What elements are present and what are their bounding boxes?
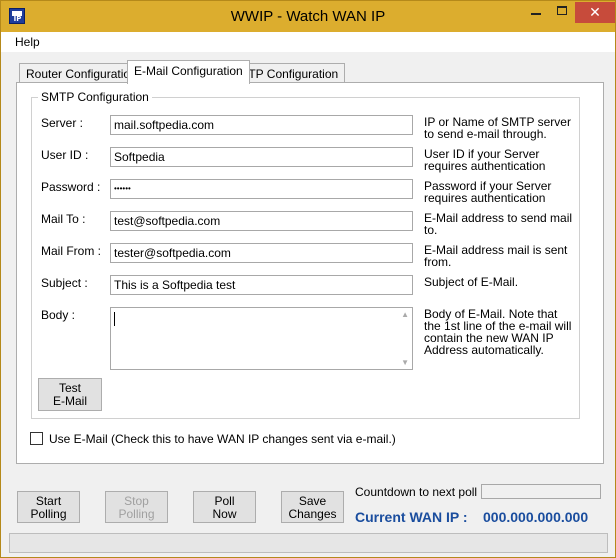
server-label: Server : [41, 116, 84, 130]
body-textarea[interactable]: ▲ ▼ [110, 307, 413, 370]
poll-now-line2: Now [212, 507, 237, 521]
scroll-up-icon[interactable]: ▲ [401, 310, 409, 319]
use-email-label[interactable]: Use E-Mail (Check this to have WAN IP ch… [49, 432, 396, 446]
poll-now-button[interactable]: Poll Now [193, 491, 256, 523]
body-label: Body : [41, 308, 76, 322]
countdown-progress [481, 484, 601, 499]
user-id-input[interactable]: Softpedia [110, 147, 413, 167]
save-changes-line2: Changes [288, 507, 337, 521]
current-wan-ip-label: Current WAN IP : [355, 509, 468, 525]
minimize-icon [531, 13, 541, 15]
app-window: IP WWIP - Watch WAN IP ✕ Help Router Con… [0, 0, 616, 558]
mail-from-label: Mail From : [41, 244, 101, 258]
user-id-label: User ID : [41, 148, 89, 162]
title-bar[interactable]: IP WWIP - Watch WAN IP ✕ [1, 1, 615, 32]
stop-polling-line2: Polling [118, 507, 155, 521]
mail-to-help: E-Mail address to send mail to. [424, 211, 573, 237]
tab-email-configuration[interactable]: E-Mail Configuration [127, 60, 250, 84]
menu-bar: Help [1, 32, 615, 52]
subject-help: Subject of E-Mail. [424, 275, 519, 289]
test-email-button[interactable]: Test E-Mail [38, 378, 102, 411]
start-polling-line2: Polling [30, 507, 67, 521]
maximize-icon [557, 6, 567, 15]
text-caret [114, 312, 115, 326]
scroll-down-icon[interactable]: ▼ [401, 358, 409, 367]
email-configuration-panel: SMTP Configuration Server : mail.softped… [16, 82, 604, 464]
close-button[interactable]: ✕ [575, 2, 615, 23]
status-bar [9, 533, 608, 553]
current-wan-ip-value: 000.000.000.000 [483, 509, 589, 525]
save-changes-button[interactable]: Save Changes [281, 491, 344, 523]
tab-ftp-configuration[interactable]: FTP Configuration [234, 63, 346, 84]
subject-label: Subject : [41, 276, 88, 290]
server-input[interactable]: mail.softpedia.com [110, 115, 413, 135]
close-icon: ✕ [589, 4, 601, 20]
mail-to-input[interactable]: test@softpedia.com [110, 211, 413, 231]
countdown-label: Countdown to next poll : [355, 485, 484, 499]
smtp-group-label: SMTP Configuration [38, 90, 152, 104]
maximize-button[interactable] [549, 2, 575, 22]
test-email-button-line2: E-Mail [52, 394, 87, 408]
mail-from-help: E-Mail address mail is sent from. [424, 243, 568, 269]
stop-polling-button[interactable]: Stop Polling [105, 491, 168, 523]
password-label: Password : [41, 180, 101, 194]
subject-input[interactable]: This is a Softpedia test [110, 275, 413, 295]
mail-from-input[interactable]: tester@softpedia.com [110, 243, 413, 263]
server-help: IP or Name of SMTP server to send e-mail… [424, 115, 571, 141]
menu-help[interactable]: Help [15, 35, 40, 49]
user-id-help: User ID if your Server requires authenti… [424, 147, 546, 173]
start-polling-button[interactable]: Start Polling [17, 491, 80, 523]
password-help: Password if your Server requires authent… [424, 179, 552, 205]
body-help: Body of E-Mail. Note that the 1st line o… [424, 307, 572, 357]
minimize-button[interactable] [523, 2, 549, 22]
smtp-configuration-group: SMTP Configuration Server : mail.softped… [31, 90, 580, 419]
use-email-checkbox[interactable] [30, 432, 43, 445]
mail-to-label: Mail To : [41, 212, 86, 226]
tab-router-configuration[interactable]: Router Configuration [19, 63, 144, 84]
password-input[interactable]: •••••• [110, 179, 413, 199]
